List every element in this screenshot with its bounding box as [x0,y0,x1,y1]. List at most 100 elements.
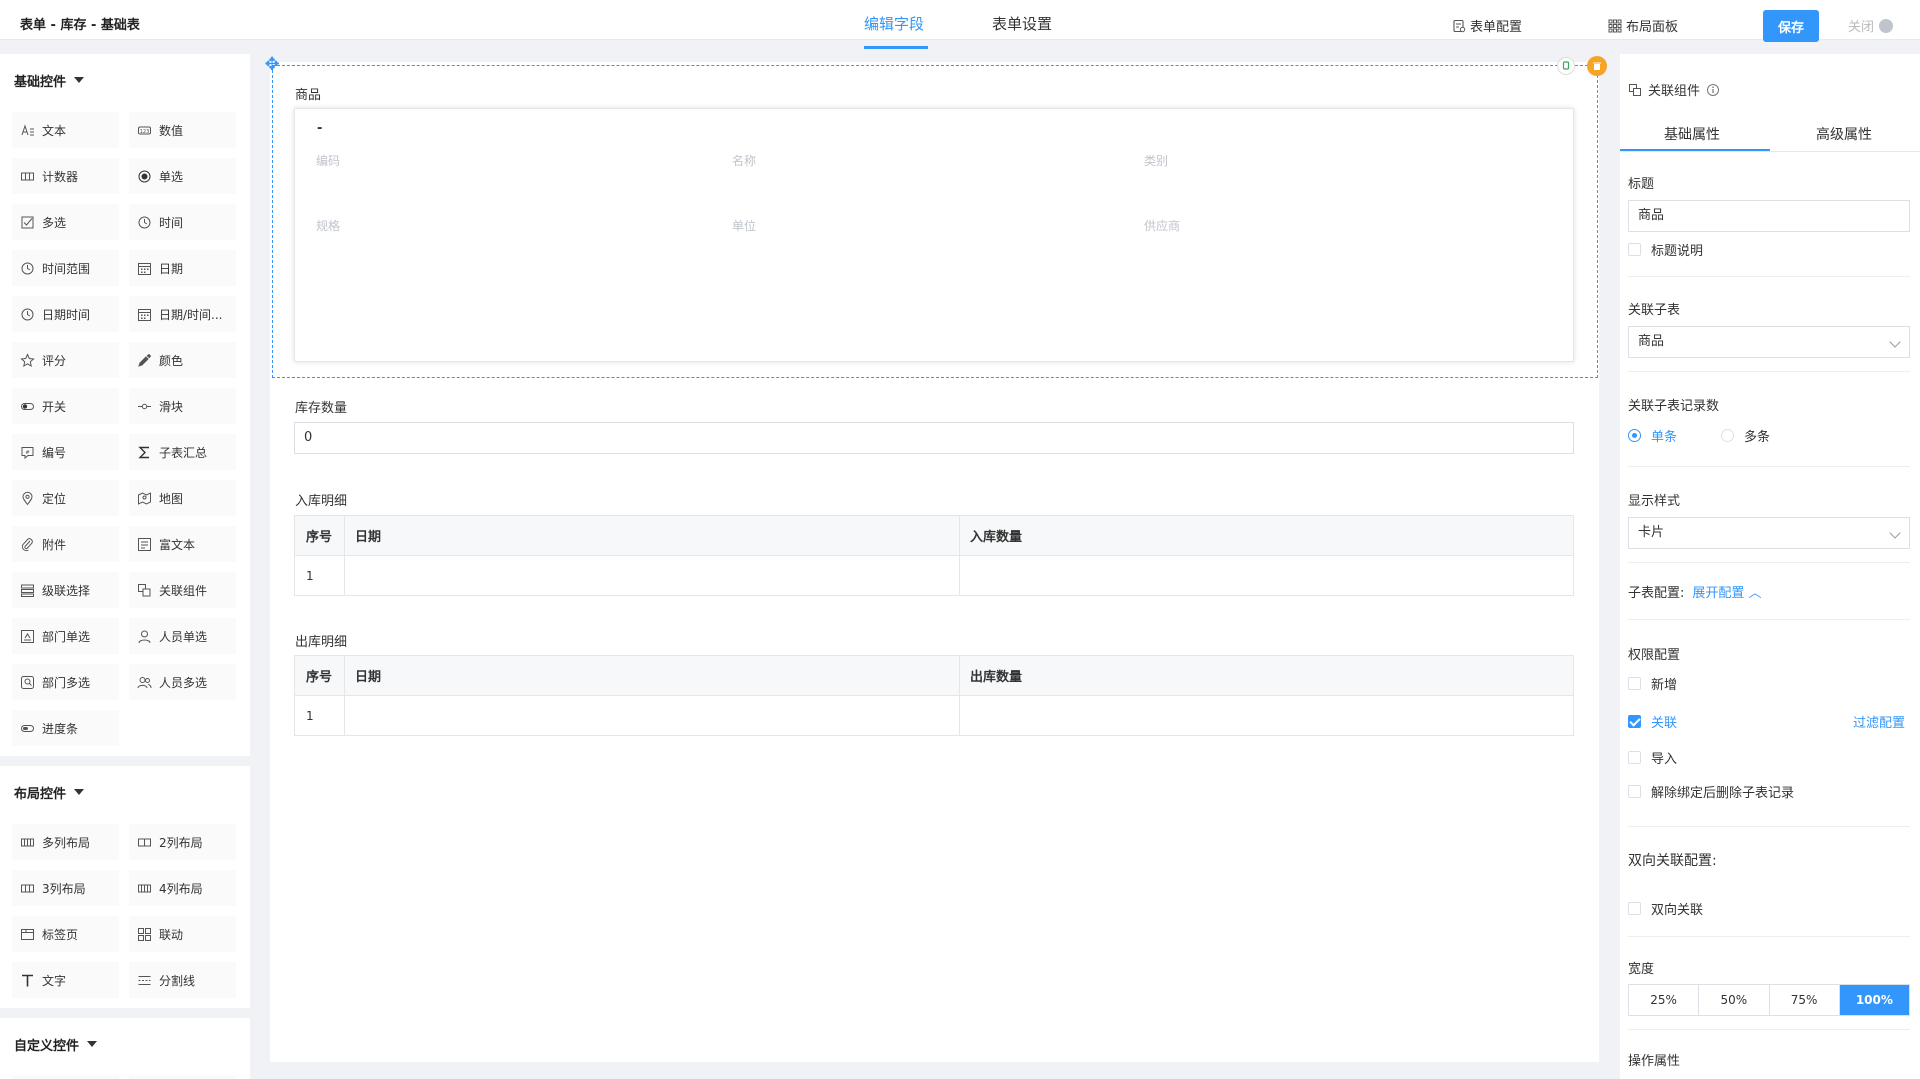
control-basic-18[interactable]: 附件 [12,526,119,562]
control-basic-22[interactable]: 部门单选 [12,618,119,654]
tab-advanced-props[interactable]: 高级属性 [1816,124,1872,144]
checkbox-box [1628,902,1641,915]
control-label: 单选 [159,169,184,184]
control-layout-3[interactable]: 4列布局 [129,870,236,906]
width-button-group: 25% 50% 75% 100% [1628,984,1910,1016]
control-layout-6[interactable]: 文字 [12,962,119,998]
width-100-button[interactable]: 100% [1839,985,1909,1015]
width-75-button[interactable]: 75% [1770,985,1840,1015]
title-input[interactable]: 商品 [1628,200,1910,232]
close-button[interactable]: 关闭 [1848,16,1894,35]
perm-add-checkbox[interactable]: 新增 [1628,674,1677,693]
control-basic-7[interactable]: 日期 [129,250,236,286]
inbound-subtable[interactable]: 序号 日期 入库数量 1 [294,515,1574,596]
radio-single[interactable]: 单条 [1628,426,1677,445]
checkbox-box [1628,785,1641,798]
control-basic-23[interactable]: 人员单选 [129,618,236,654]
control-basic-12[interactable]: 开关 [12,388,119,424]
control-basic-21[interactable]: 关联组件 [129,572,236,608]
stock-quantity-input[interactable]: 0 [294,422,1574,454]
control-basic-14[interactable]: # 编号 [12,434,119,470]
custom-controls-header[interactable]: 自定义控件 [0,1018,250,1070]
cell-qty[interactable] [960,556,1573,595]
control-basic-16[interactable]: 定位 [12,480,119,516]
control-basic-9[interactable]: 日期/时间... [129,296,236,332]
display-style-label: 显示样式 [1628,494,1681,509]
basic-controls-grid: 文本 123 数值 计数器 单选多选 时间 时间范围 日期 日期时间 日期/时间... 评分 颜色 开关… [0,106,250,756]
toggle-icon [21,402,34,410]
control-basic-3[interactable]: 单选 [129,158,236,194]
info-icon[interactable] [1706,83,1720,97]
control-layout-1[interactable]: 2列布局 [129,824,236,860]
control-basic-10[interactable]: 评分 [12,342,119,378]
product-link-card[interactable]: - 编码 名称 类别 规格 单位 供应商 [294,108,1574,362]
control-basic-24[interactable]: 部门多选 [12,664,119,700]
table-header: 序号 日期 出库数量 [295,656,1573,696]
text-icon [21,123,34,135]
control-basic-2[interactable]: 计数器 [12,158,119,194]
control-basic-13[interactable]: 滑块 [129,388,236,424]
cell-qty[interactable] [960,696,1573,735]
basic-controls-header[interactable]: 基础控件 [0,54,250,106]
table-row[interactable]: 1 [295,556,1573,595]
link-table-label: 关联子表 [1628,303,1681,318]
perm-import-checkbox[interactable]: 导入 [1628,748,1677,767]
caret-down-icon [87,1041,98,1047]
control-label: 多列布局 [42,835,91,850]
control-label: 数值 [159,123,184,138]
link-table-select[interactable]: 商品 [1628,326,1910,358]
control-layout-4[interactable]: 标签页 [12,916,119,952]
cell-date[interactable] [345,556,960,595]
table-row[interactable]: 1 [295,696,1573,735]
control-basic-17[interactable]: 地图 [129,480,236,516]
cell-date[interactable] [345,696,960,735]
expand-config-link[interactable]: 展开配置 ︿ [1692,582,1761,601]
width-25-button[interactable]: 25% [1629,985,1700,1015]
control-basic-11[interactable]: 颜色 [129,342,236,378]
bidirectional-checkbox[interactable]: 双向关联 [1628,899,1703,918]
display-style-select[interactable]: 卡片 [1628,517,1910,549]
checkbox-label: 双向关联 [1651,903,1704,918]
control-basic-25[interactable]: 人员多选 [129,664,236,700]
control-basic-26[interactable]: 进度条 [12,710,119,746]
checkbox-label: 关联 [1651,716,1678,731]
tab-form-settings[interactable]: 表单设置 [992,13,1052,34]
width-50-button[interactable]: 50% [1699,985,1770,1015]
delete-field-icon[interactable] [1587,56,1607,76]
control-basic-5[interactable]: 时间 [129,204,236,240]
filter-config-link[interactable]: 过滤配置 [1853,712,1905,731]
bidirectional-label: 双向关联配置: [1628,853,1717,869]
cell-index: 1 [295,696,345,735]
control-layout-5[interactable]: 联动 [129,916,236,952]
control-basic-8[interactable]: 日期时间 [12,296,119,332]
save-button[interactable]: 保存 [1763,10,1819,42]
close-toggle-icon [1879,18,1894,33]
control-basic-15[interactable]: 子表汇总 [129,434,236,470]
layout-controls-header[interactable]: 布局控件 [0,766,250,818]
select-value: 卡片 [1638,525,1665,540]
control-layout-0[interactable]: 多列布局 [12,824,119,860]
perm-link-checkbox[interactable]: 关联 [1628,712,1677,731]
copy-field-icon[interactable] [1557,57,1575,75]
form-config-button[interactable]: 表单配置 [1452,16,1522,35]
control-layout-7[interactable]: 分割线 [129,962,236,998]
control-basic-19[interactable]: 富文本 [129,526,236,562]
product-field-label: 商品 [295,88,322,103]
tab-edit-fields[interactable]: 编辑字段 [864,13,924,34]
perm-unbind-delete-checkbox[interactable]: 解除绑定后删除子表记录 [1628,782,1794,801]
control-basic-1[interactable]: 123 数值 [129,112,236,148]
layout-panel-button[interactable]: 布局面板 [1608,16,1678,35]
control-basic-4[interactable]: 多选 [12,204,119,240]
department-icon [21,629,34,643]
control-basic-0[interactable]: 文本 [12,112,119,148]
location-icon [22,491,33,505]
control-basic-20[interactable]: 级联选择 [12,572,119,608]
control-layout-2[interactable]: 3列布局 [12,870,119,906]
move-handle-icon[interactable]: ✥ [262,55,282,75]
col-inbound-qty: 入库数量 [970,530,1023,545]
tab-basic-props[interactable]: 基础属性 [1664,124,1720,144]
control-basic-6[interactable]: 时间范围 [12,250,119,286]
radio-multiple[interactable]: 多条 [1721,426,1770,445]
title-desc-checkbox[interactable]: 标题说明 [1628,240,1703,259]
outbound-subtable[interactable]: 序号 日期 出库数量 1 [294,655,1574,736]
